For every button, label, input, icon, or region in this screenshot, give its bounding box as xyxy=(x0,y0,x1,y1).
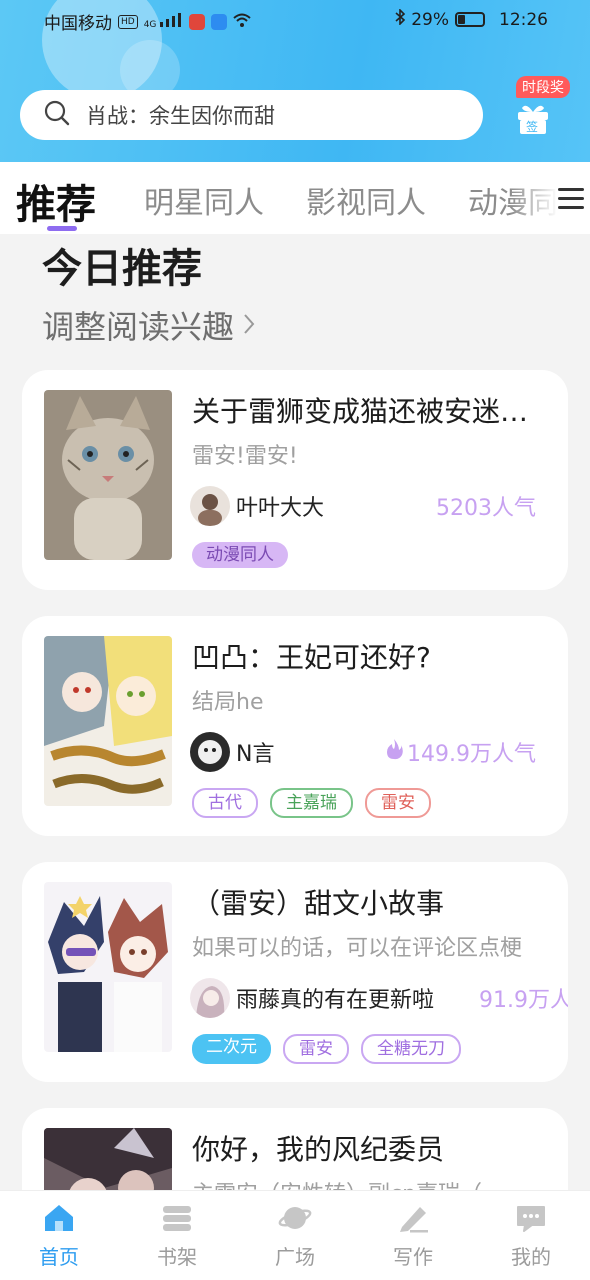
book-title: 你好，我的风纪委员 xyxy=(192,1133,445,1166)
tag-chip[interactable]: 动漫同人 xyxy=(192,542,288,568)
battery-percent: 29% xyxy=(411,9,449,30)
tag-chip[interactable]: 古代 xyxy=(192,788,258,818)
gift-label: 签 xyxy=(526,120,539,134)
pen-icon xyxy=(396,1203,430,1233)
author-avatar xyxy=(190,978,230,1018)
book-title: （雷安）甜文小故事 xyxy=(192,887,445,920)
author-name: 雨藤真的有在更新啦 xyxy=(236,988,435,1013)
book-card[interactable]: 关于雷狮变成猫还被安迷捡回家 雷安!雷安! 叶叶大大 5203人气 动漫同人 xyxy=(22,370,568,590)
app-notification-icon xyxy=(189,13,206,30)
adjust-interest-label: 调整阅读兴趣 xyxy=(42,308,235,346)
bookshelf-icon xyxy=(160,1203,194,1233)
search-placeholder: 肖战：余生因你而甜 xyxy=(86,104,275,128)
reward-button[interactable]: 时段奖 签 xyxy=(510,76,580,142)
nav-home[interactable]: 首页 xyxy=(19,1203,99,1270)
tag-chip[interactable]: 主嘉瑞 xyxy=(270,788,353,818)
app-notification-icon xyxy=(211,13,228,30)
menu-icon[interactable] xyxy=(556,186,586,212)
home-icon xyxy=(42,1203,76,1233)
nav-profile[interactable]: 我的 xyxy=(491,1203,571,1270)
tab-recommend[interactable]: 推荐 xyxy=(16,172,96,230)
popularity-label: 91.9万人气 xyxy=(479,988,568,1013)
bottom-navigation: 首页 书架 广场 写作 我的 xyxy=(0,1190,590,1280)
author-avatar xyxy=(190,732,230,772)
nav-home-label: 首页 xyxy=(39,1245,79,1269)
wifi-icon xyxy=(233,12,251,32)
tag-chip[interactable]: 全糖无刀 xyxy=(361,1034,461,1064)
network-type-label: 4G xyxy=(143,20,157,30)
book-description: 结局he xyxy=(192,690,264,715)
author-row: 叶叶大大 5203人气 xyxy=(190,486,568,526)
tab-film-fanfic[interactable]: 影视同人 xyxy=(306,178,426,222)
carrier-label: 中国移动 xyxy=(44,14,112,34)
fire-icon xyxy=(385,738,403,766)
book-title: 凹凸：王妃可还好? xyxy=(192,641,431,674)
planet-icon xyxy=(278,1203,312,1233)
reward-badge: 时段奖 xyxy=(516,76,570,98)
nav-write-label: 写作 xyxy=(393,1245,433,1269)
search-icon xyxy=(44,100,70,130)
popularity-label: 5203人气 xyxy=(436,496,536,521)
nav-profile-label: 我的 xyxy=(511,1245,551,1269)
chat-bubble-icon xyxy=(514,1203,548,1233)
nav-plaza[interactable]: 广场 xyxy=(255,1203,335,1270)
chevron-right-icon xyxy=(242,306,256,344)
author-avatar xyxy=(190,486,230,526)
bluetooth-icon xyxy=(395,8,406,30)
adjust-interest-link[interactable]: 调整阅读兴趣 xyxy=(42,302,256,348)
author-row: N言 149.9万人气 xyxy=(190,732,568,772)
author-row: 雨藤真的有在更新啦 91.9万人气 xyxy=(190,978,568,1018)
clock: 12:26 xyxy=(499,9,548,30)
popularity-label: 149.9万人气 xyxy=(407,742,536,767)
popularity-count: 91.9万人气 xyxy=(479,982,568,1014)
book-cover xyxy=(44,882,172,1052)
book-title: 关于雷狮变成猫还被安迷捡回家 xyxy=(192,395,552,428)
status-bar: 中国移动 HD 4G 29% 12:26 xyxy=(0,0,590,40)
tag-chip[interactable]: 雷安 xyxy=(283,1034,349,1064)
battery-icon xyxy=(455,12,485,27)
tag-list: 古代 主嘉瑞 雷安 xyxy=(192,788,431,818)
nav-write[interactable]: 写作 xyxy=(373,1203,453,1270)
tab-celebrity-fanfic[interactable]: 明星同人 xyxy=(144,178,264,222)
book-cover xyxy=(44,636,172,806)
nav-bookshelf-label: 书架 xyxy=(157,1245,197,1269)
tag-list: 动漫同人 xyxy=(192,542,288,568)
hd-badge: HD xyxy=(118,14,138,29)
signal-icon: 4G xyxy=(144,13,184,30)
nav-plaza-label: 广场 xyxy=(275,1245,315,1269)
nav-bookshelf[interactable]: 书架 xyxy=(137,1203,217,1270)
author-name: N言 xyxy=(236,742,275,767)
book-card[interactable]: 凹凸：王妃可还好? 结局he N言 149.9万人气 古代 主嘉瑞 雷安 xyxy=(22,616,568,836)
book-card[interactable]: （雷安）甜文小故事 如果可以的话，可以在评论区点梗 雨藤真的有在更新啦 91.9… xyxy=(22,862,568,1082)
gift-icon: 签 xyxy=(516,102,550,134)
active-tab-indicator xyxy=(47,226,77,231)
book-cover xyxy=(44,390,172,560)
tag-chip[interactable]: 雷安 xyxy=(365,788,431,818)
tag-list: 二次元 雷安 全糖无刀 xyxy=(192,1034,461,1064)
header: 中国移动 HD 4G 29% 12:26 肖战：余生因你而甜 时段奖 签 xyxy=(0,0,590,162)
search-bar[interactable]: 肖战：余生因你而甜 xyxy=(20,90,483,140)
section-title: 今日推荐 xyxy=(42,246,202,292)
popularity-count: 5203人气 xyxy=(436,490,536,522)
popularity-count: 149.9万人气 xyxy=(385,736,536,768)
author-name: 叶叶大大 xyxy=(236,496,325,521)
category-tabs: 推荐 明星同人 影视同人 动漫同人 xyxy=(0,162,590,234)
book-description: 雷安!雷安! xyxy=(192,444,298,469)
tag-chip[interactable]: 二次元 xyxy=(192,1034,271,1064)
book-description: 如果可以的话，可以在评论区点梗 xyxy=(192,936,523,961)
